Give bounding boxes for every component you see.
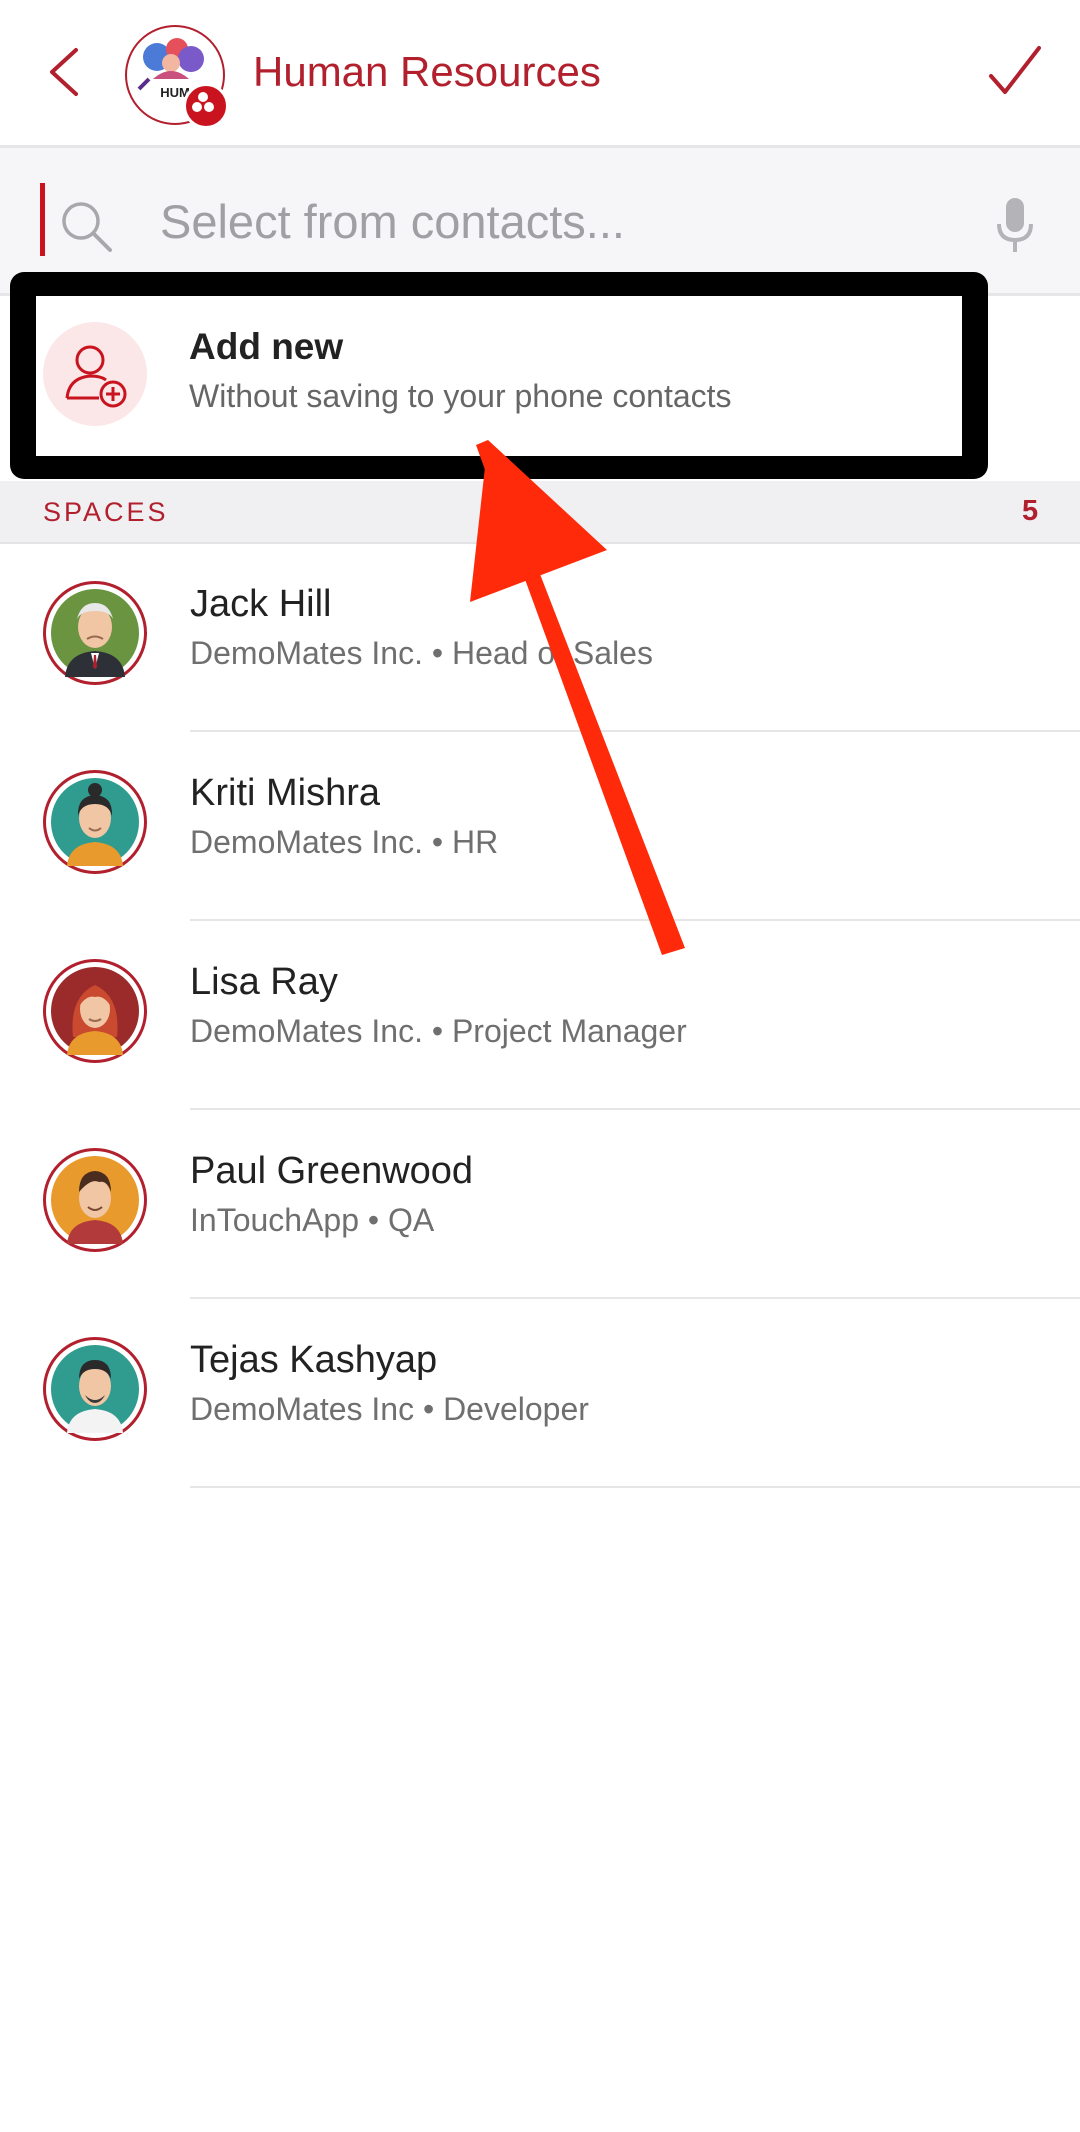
back-button[interactable] <box>38 36 98 108</box>
chevron-left-icon <box>50 48 78 96</box>
contact-row[interactable]: Lisa Ray DemoMates Inc. • Project Manage… <box>0 921 1080 1110</box>
search-icon <box>62 202 112 252</box>
contact-name: Tejas Kashyap <box>190 1339 438 1381</box>
group-badge-icon <box>183 83 229 129</box>
contact-row[interactable]: Jack Hill DemoMates Inc. • Head of Sales <box>0 543 1080 732</box>
avatar <box>43 581 147 685</box>
contact-subtitle: DemoMates Inc. • HR <box>190 824 499 860</box>
top-app-bar: HUM Human Resources <box>0 0 1080 148</box>
contact-name: Paul Greenwood <box>190 1150 474 1192</box>
contact-name: Jack Hill <box>190 583 332 625</box>
add-new-title: Add new <box>189 326 344 367</box>
section-header: SPACES 5 <box>0 481 1080 544</box>
microphone-icon[interactable] <box>995 196 1035 256</box>
section-count: 5 <box>1022 495 1039 527</box>
avatar <box>43 770 147 874</box>
page-title: Human Resources <box>253 48 601 95</box>
checkmark-icon <box>989 46 1041 94</box>
contact-row[interactable]: Kriti Mishra DemoMates Inc. • HR <box>0 732 1080 921</box>
section-title: SPACES <box>43 497 169 527</box>
divider <box>190 1486 1080 1488</box>
avatar <box>43 1148 147 1252</box>
contact-name: Lisa Ray <box>190 961 338 1003</box>
contact-subtitle: DemoMates Inc • Developer <box>190 1391 589 1427</box>
contact-name: Kriti Mishra <box>190 772 381 814</box>
contact-row[interactable]: Paul Greenwood InTouchApp • QA <box>0 1110 1080 1299</box>
contact-subtitle: InTouchApp • QA <box>190 1202 435 1238</box>
contact-row[interactable]: Tejas Kashyap DemoMates Inc • Developer <box>0 1299 1080 1488</box>
add-new-contact-row[interactable]: Add new Without saving to your phone con… <box>36 296 962 456</box>
confirm-button[interactable] <box>985 42 1045 102</box>
contact-subtitle: DemoMates Inc. • Head of Sales <box>190 635 653 671</box>
avatar <box>43 959 147 1063</box>
contact-subtitle: DemoMates Inc. • Project Manager <box>190 1013 687 1049</box>
search-input[interactable] <box>158 190 962 252</box>
search-focus-indicator <box>40 183 45 256</box>
avatar <box>43 1337 147 1441</box>
add-person-icon <box>43 322 147 426</box>
add-new-subtitle: Without saving to your phone contacts <box>189 378 732 414</box>
